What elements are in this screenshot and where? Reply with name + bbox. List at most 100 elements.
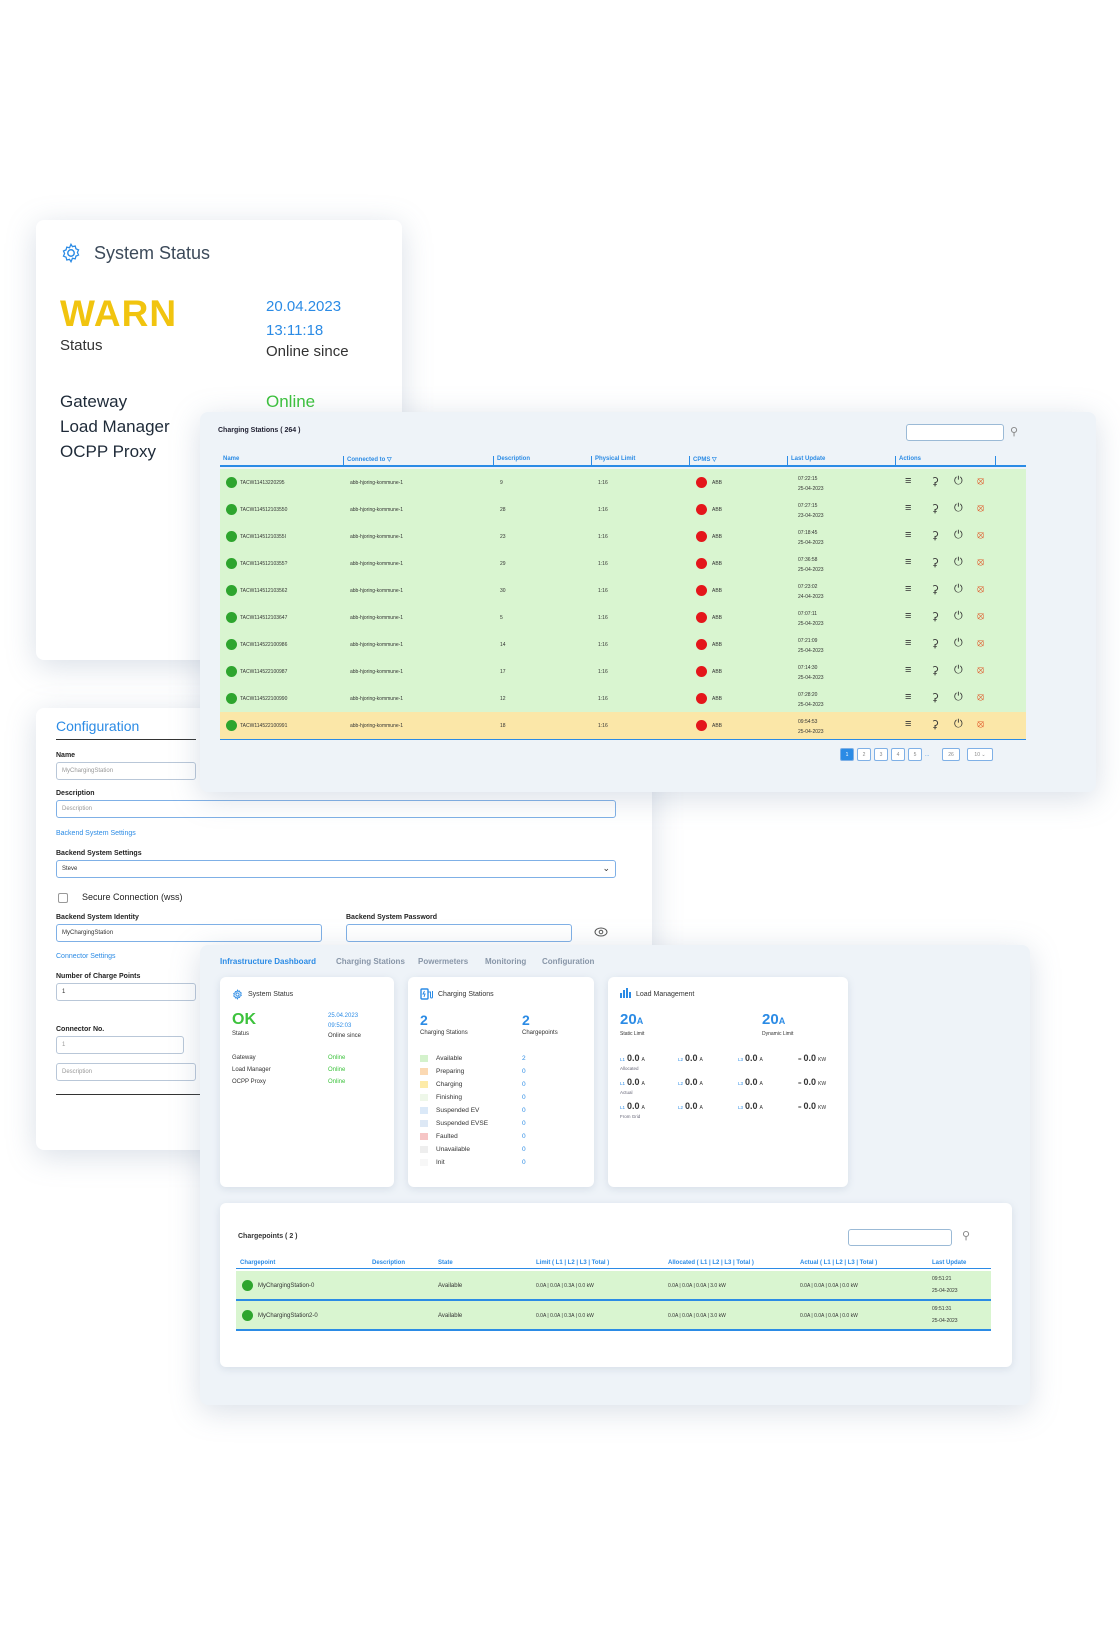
settings-icon[interactable]: ≡	[905, 529, 911, 541]
bell-icon[interactable]: ⚳	[931, 556, 939, 569]
cpms-status-dot	[696, 504, 707, 515]
table-row[interactable]: TACW114522100990 abb-hjoring-kommune-1 12 1…	[220, 685, 1026, 713]
col-physical-limit[interactable]: Physical Limit	[592, 456, 690, 466]
tab-powermeters[interactable]: Powermeters	[418, 957, 468, 966]
table-row[interactable]: TACW11451210355? abb-hjoring-kommune-1 29 1…	[220, 550, 1026, 578]
col-chargepoint[interactable]: Chargepoint	[240, 1260, 275, 1266]
close-icon[interactable]: ⦻	[977, 691, 984, 704]
power-icon[interactable]: ⏻	[954, 502, 963, 515]
backend-select[interactable]: Steve ⌄	[56, 860, 616, 878]
tab-monitoring[interactable]: Monitoring	[485, 957, 526, 966]
close-icon[interactable]: ⦻	[977, 556, 984, 569]
col-name[interactable]: Name	[220, 456, 344, 466]
close-icon[interactable]: ⦻	[977, 502, 984, 515]
settings-icon[interactable]: ≡	[905, 664, 911, 676]
bell-icon[interactable]: ⚳	[931, 664, 939, 677]
pagination-ellipsis: ...	[925, 752, 930, 758]
col-actual[interactable]: Actual ( L1 | L2 | L3 | Total )	[800, 1260, 877, 1266]
page-button[interactable]: 2	[857, 748, 871, 761]
search-icon[interactable]: ⚲	[962, 1229, 970, 1242]
bell-icon[interactable]: ⚳	[931, 529, 939, 542]
status-value: WARN	[60, 293, 178, 334]
col-description[interactable]: Description	[372, 1260, 405, 1266]
bell-icon[interactable]: ⚳	[931, 718, 939, 731]
col-allocated[interactable]: Allocated ( L1 | L2 | L3 | Total )	[668, 1260, 754, 1266]
phase-unit: A	[699, 1081, 703, 1087]
tab-charging-stations[interactable]: Charging Stations	[336, 957, 405, 966]
bell-icon[interactable]: ⚳	[931, 691, 939, 704]
password-input[interactable]	[346, 924, 572, 942]
phase-value: 0.0	[627, 1077, 640, 1087]
last-update: 09:54:53 25-04-2023	[798, 717, 824, 737]
bell-icon[interactable]: ⚳	[931, 610, 939, 623]
table-row[interactable]: MyChargingStation2-0 Available 0.0A | 0.0A…	[236, 1301, 991, 1331]
close-icon[interactable]: ⦻	[977, 664, 984, 677]
page-size-select[interactable]: 10 ⌄	[967, 748, 993, 761]
power-icon[interactable]: ⏻	[954, 691, 963, 704]
table-row[interactable]: TACW11451210355I abb-hjoring-kommune-1 23 1…	[220, 523, 1026, 551]
settings-icon[interactable]: ≡	[905, 718, 911, 730]
stations-search-input[interactable]	[906, 424, 1004, 441]
power-icon[interactable]: ⏻	[954, 610, 963, 623]
eye-icon[interactable]	[594, 927, 608, 937]
charge-points-input[interactable]: 1	[56, 983, 196, 1001]
table-row[interactable]: MyChargingStation-0 Available 0.0A | 0.0A …	[236, 1271, 991, 1301]
description-input[interactable]: Description	[56, 800, 616, 818]
settings-icon[interactable]: ≡	[905, 637, 911, 649]
tab-configuration[interactable]: Configuration	[542, 957, 594, 966]
connector-no-input[interactable]: 1	[56, 1036, 184, 1054]
name-input[interactable]: MyChargingStation	[56, 762, 196, 780]
connector-section-link[interactable]: Connector Settings	[56, 953, 116, 960]
close-icon[interactable]: ⦻	[977, 583, 984, 596]
bell-icon[interactable]: ⚳	[931, 637, 939, 650]
search-icon[interactable]: ⚲	[1010, 425, 1018, 438]
close-icon[interactable]: ⦻	[977, 637, 984, 650]
settings-icon[interactable]: ≡	[905, 556, 911, 568]
settings-icon[interactable]: ≡	[905, 502, 911, 514]
settings-icon[interactable]: ≡	[905, 475, 911, 487]
table-row[interactable]: TACW114522100986 abb-hjoring-kommune-1 14 1…	[220, 631, 1026, 659]
table-row[interactable]: TACW114512103550 abb-hjoring-kommune-1 28 1…	[220, 496, 1026, 524]
power-icon[interactable]: ⏻	[954, 529, 963, 542]
close-icon[interactable]: ⦻	[977, 529, 984, 542]
table-row[interactable]: TACW114522100991 abb-hjoring-kommune-1 18 1…	[220, 712, 1026, 740]
bell-icon[interactable]: ⚳	[931, 583, 939, 596]
bell-icon[interactable]: ⚳	[931, 502, 939, 515]
col-last-update[interactable]: Last Update	[932, 1260, 966, 1266]
identity-input[interactable]: MyChargingStation	[56, 924, 322, 942]
table-row[interactable]: TACW11413220295 abb-hjoring-kommune-1 9 1:1…	[220, 469, 1026, 497]
row-label: Actual	[620, 1090, 633, 1095]
close-icon[interactable]: ⦻	[977, 718, 984, 731]
page-button[interactable]: 1	[840, 748, 854, 761]
chargepoints-search-input[interactable]	[848, 1229, 952, 1246]
power-icon[interactable]: ⏻	[954, 718, 963, 731]
close-icon[interactable]: ⦻	[977, 610, 984, 623]
col-limit[interactable]: Limit ( L1 | L2 | L3 | Total )	[536, 1260, 609, 1266]
col-connected-to[interactable]: Connected to ▽	[344, 456, 494, 466]
settings-icon[interactable]: ≡	[905, 610, 911, 622]
page-button[interactable]: 26	[942, 748, 960, 761]
page-button[interactable]: 3	[874, 748, 888, 761]
connector-description-input[interactable]: Description	[56, 1063, 196, 1081]
power-icon[interactable]: ⏻	[954, 664, 963, 677]
col-state[interactable]: State	[438, 1260, 453, 1266]
table-row[interactable]: TACW114512103562 abb-hjoring-kommune-1 30 1…	[220, 577, 1026, 605]
page-button[interactable]: 4	[891, 748, 905, 761]
power-icon[interactable]: ⏻	[954, 475, 963, 488]
backend-section-link[interactable]: Backend System Settings	[56, 830, 136, 837]
page-button[interactable]: 5	[908, 748, 922, 761]
power-icon[interactable]: ⏻	[954, 637, 963, 650]
tab-infrastructure-dashboard[interactable]: Infrastructure Dashboard	[220, 957, 316, 966]
col-description[interactable]: Description	[494, 456, 592, 466]
col-last-update[interactable]: Last Update	[788, 456, 896, 466]
power-icon[interactable]: ⏻	[954, 583, 963, 596]
settings-icon[interactable]: ≡	[905, 691, 911, 703]
bell-icon[interactable]: ⚳	[931, 475, 939, 488]
close-icon[interactable]: ⦻	[977, 475, 984, 488]
table-row[interactable]: TACW114512103647 abb-hjoring-kommune-1 5 1:…	[220, 604, 1026, 632]
table-row[interactable]: TACW114522100987 abb-hjoring-kommune-1 17 1…	[220, 658, 1026, 686]
settings-icon[interactable]: ≡	[905, 583, 911, 595]
secure-checkbox[interactable]	[58, 893, 68, 903]
col-cpms[interactable]: CPMS ▽	[690, 456, 788, 466]
power-icon[interactable]: ⏻	[954, 556, 963, 569]
